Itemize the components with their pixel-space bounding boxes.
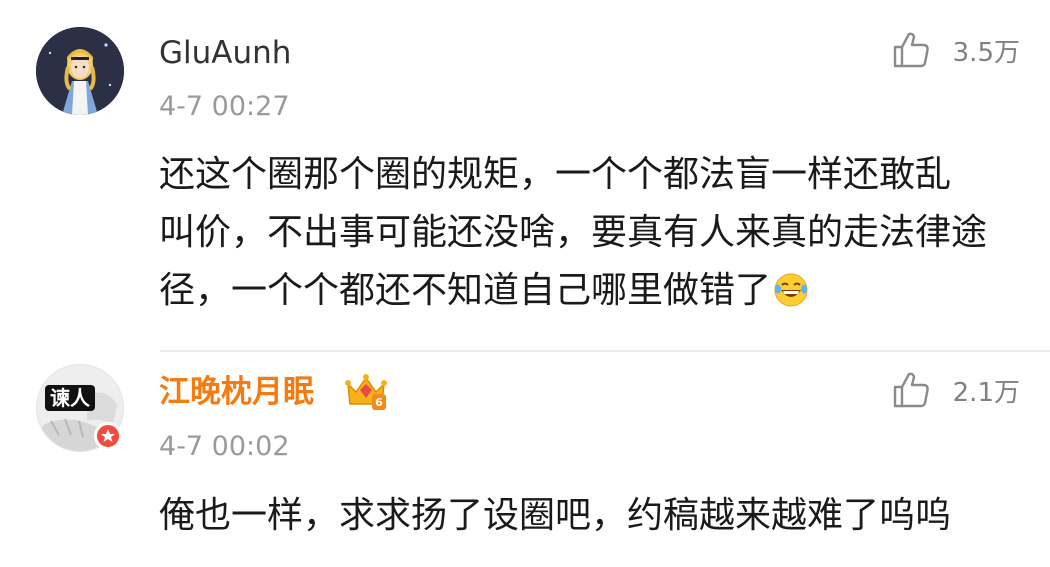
comment-item: 谏人 江晚枕月眠 6 4-7 00:02 2.1万 俺也一样，求求扬了设圈吧，约… [0, 352, 1050, 567]
comment-text-line: 还这个圈那个圈的规矩，一个个都法盲一样还敢乱 [159, 154, 952, 195]
like-count: 2.1万 [952, 377, 1020, 408]
avatar[interactable] [36, 27, 124, 115]
like-button[interactable]: 3.5万 [891, 30, 1020, 70]
laughing-crying-emoji-icon [774, 273, 808, 307]
username[interactable]: 江晚枕月眠 [159, 372, 314, 412]
cartoon-girl-avatar-icon [36, 27, 124, 115]
avatar-badge-text: 谏人 [45, 385, 95, 411]
svg-text:6: 6 [375, 396, 383, 409]
timestamp: 4-7 00:02 [159, 431, 290, 462]
like-count: 3.5万 [952, 37, 1020, 68]
timestamp: 4-7 00:27 [159, 91, 290, 122]
comment-list: GluAunh 4-7 00:27 3.5万 还这个圈那个圈的规矩，一个个都法盲… [0, 0, 1050, 567]
verified-badge-icon [94, 422, 122, 450]
vip-crown-badge-icon[interactable]: 6 [344, 370, 388, 412]
thumbs-up-icon [893, 372, 929, 408]
like-button[interactable]: 2.1万 [891, 370, 1020, 410]
comment-text-line: 叫价，不出事可能还没啥，要真有人来真的走法律途 [159, 212, 988, 253]
username[interactable]: GluAunh [159, 33, 291, 73]
comment-body: 还这个圈那个圈的规矩，一个个都法盲一样还敢乱 叫价，不出事可能还没啥，要真有人来… [159, 146, 1009, 320]
comment-item: GluAunh 4-7 00:27 3.5万 还这个圈那个圈的规矩，一个个都法盲… [0, 0, 1050, 350]
star-icon [101, 429, 115, 442]
comment-text-line: 径，一个个都还不知道自己哪里做错了 [159, 270, 772, 311]
comment-text-line-wrapper: 径，一个个都还不知道自己哪里做错了 [159, 262, 1009, 320]
thumbs-up-icon [893, 32, 929, 68]
comment-text-line: 俺也一样，求求扬了设圈吧，约稿越来越难了呜呜 [159, 495, 952, 536]
comment-body: 俺也一样，求求扬了设圈吧，约稿越来越难了呜呜 [159, 487, 1009, 545]
